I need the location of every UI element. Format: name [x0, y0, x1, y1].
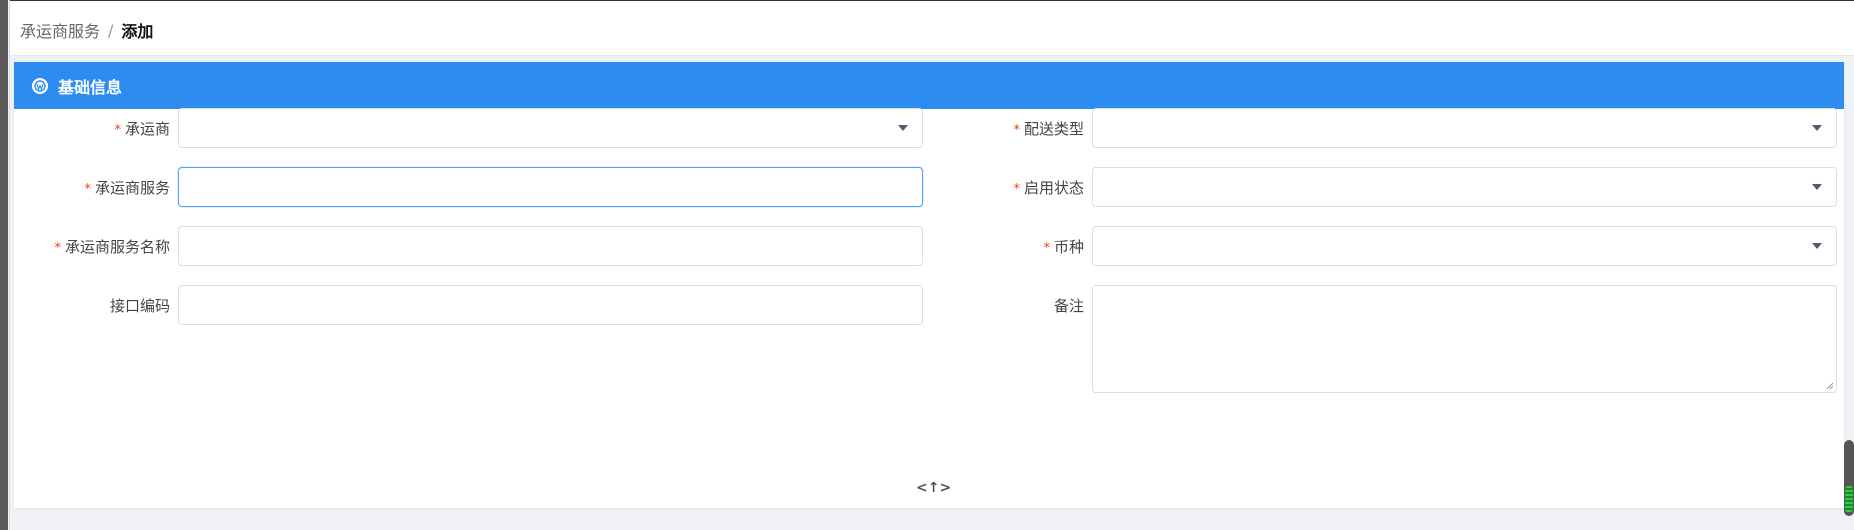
required-mark: * [54, 240, 61, 256]
chevron-down-icon [898, 125, 908, 131]
form-row-interface-code: 接口编码 [14, 285, 923, 325]
carrier-select[interactable] [178, 108, 923, 148]
chevron-down-icon [1812, 243, 1822, 249]
breadcrumb: 承运商服务 / 添加 [20, 18, 153, 42]
form-row-carrier: * 承运商 [14, 108, 923, 148]
basic-info-panel: 基础信息 * 承运商 * 承运商服务 * 承运商服务名称 接口编码 * 配送类型 * 启用… [14, 62, 1844, 508]
carrier-service-input[interactable] [178, 167, 923, 207]
carrier-service-name-label: * 承运商服务名称 [54, 237, 170, 256]
required-mark: * [84, 181, 91, 197]
breadcrumb-separator: / [108, 20, 114, 40]
carrier-service-label: * 承运商服务 [84, 178, 170, 197]
resize-grip-icon[interactable] [1824, 380, 1834, 390]
breadcrumb-current: 添加 [121, 22, 154, 41]
required-mark: * [1043, 240, 1050, 256]
left-edge-strip [0, 0, 10, 530]
remark-label: 备注 [1053, 297, 1084, 315]
interface-code-input[interactable] [178, 285, 923, 325]
form-row-carrier-service-name: * 承运商服务名称 [14, 226, 923, 266]
form-row-currency: * 币种 [908, 226, 1837, 266]
chevron-down-icon [1812, 125, 1822, 131]
form-row-remark: 备注 [908, 285, 1837, 393]
carrier-label: * 承运商 [114, 119, 170, 138]
carrier-service-name-input[interactable] [178, 226, 923, 266]
currency-label: * 币种 [1043, 237, 1084, 256]
wordpress-icon [32, 77, 48, 94]
interface-code-label: 接口编码 [109, 296, 170, 315]
panel-title: 基础信息 [58, 77, 123, 97]
top-bar: 承运商服务 / 添加 [10, 0, 1854, 56]
currency-select[interactable] [1092, 226, 1837, 266]
collapse-toggle-icon[interactable]: <↑> [916, 480, 951, 496]
delivery-type-label: * 配送类型 [1013, 119, 1084, 138]
enable-status-label: * 启用状态 [1013, 178, 1084, 197]
scrollbar[interactable] [1844, 440, 1854, 516]
form-row-delivery-type: * 配送类型 [908, 108, 1837, 148]
delivery-type-select[interactable] [1092, 108, 1837, 148]
breadcrumb-parent[interactable]: 承运商服务 [20, 18, 100, 42]
remark-textarea[interactable] [1092, 285, 1837, 393]
required-mark: * [1013, 122, 1020, 138]
required-mark: * [1013, 181, 1020, 197]
enable-status-select[interactable] [1092, 167, 1837, 207]
chevron-down-icon [1812, 184, 1822, 190]
required-mark: * [114, 122, 121, 138]
panel-header: 基础信息 [14, 62, 1844, 109]
form-row-carrier-service: * 承运商服务 [14, 167, 923, 207]
form-row-enable-status: * 启用状态 [908, 167, 1837, 207]
